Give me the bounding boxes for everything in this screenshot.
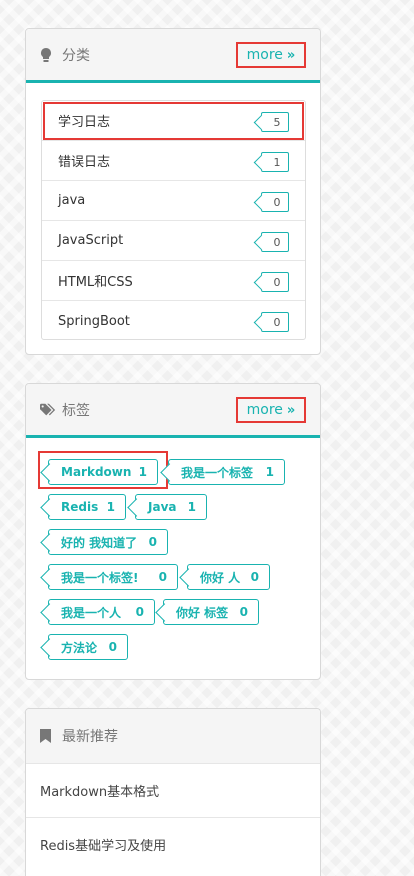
tags-more-label: more	[246, 402, 283, 418]
double-chevron-right-icon: »	[286, 402, 296, 418]
category-label: java	[58, 193, 86, 208]
tag-count: 0	[250, 570, 259, 584]
category-label: 错误日志	[58, 155, 111, 170]
tag-count: 1	[265, 465, 274, 479]
category-label: HTML和CSS	[58, 275, 133, 290]
category-count: 0	[261, 312, 289, 332]
double-chevron-right-icon: »	[286, 47, 296, 63]
category-label: JavaScript	[58, 233, 124, 248]
tag-hello-person[interactable]: 你好 人 0	[187, 564, 270, 590]
tag-label: 好的 我知道了	[61, 535, 138, 550]
category-count: 5	[261, 112, 289, 132]
tag-hello-tag[interactable]: 你好 标签 0	[163, 599, 259, 625]
categories-panel: 分类 more » 学习日志 5 错误日志 1 java 0 JavaScrip…	[25, 28, 321, 355]
categories-title: 分类	[62, 47, 90, 64]
tag-i-am-a-tag-exclaim[interactable]: 我是一个标签! 0	[48, 564, 178, 590]
tag-label: 我是一个人	[61, 605, 122, 620]
bookmark-icon	[40, 728, 56, 744]
tag-redis[interactable]: Redis 1	[48, 494, 126, 520]
tag-count: 1	[138, 465, 147, 479]
category-label: 学习日志	[58, 115, 111, 130]
tags-more-link[interactable]: more »	[236, 397, 306, 423]
tag-label: Markdown	[61, 465, 132, 479]
tag-label: 你好 人	[200, 570, 241, 585]
tag-ok-got-it[interactable]: 好的 我知道了 0	[48, 529, 168, 555]
category-count: 0	[261, 232, 289, 252]
tag-count: 0	[239, 605, 248, 619]
recommend-label: Markdown基本格式	[40, 785, 160, 800]
tags-header: 标签 more »	[26, 384, 320, 438]
tag-count: 0	[148, 535, 157, 549]
categories-header: 分类 more »	[26, 29, 320, 83]
tag-count: 0	[135, 605, 144, 619]
category-item-study-log[interactable]: 学习日志 5	[42, 101, 305, 141]
tag-count: 0	[158, 570, 167, 584]
tag-i-am-a-tag[interactable]: 我是一个标签 1	[168, 459, 285, 485]
tag-count: 0	[108, 640, 117, 654]
category-item-javascript[interactable]: JavaScript 0	[42, 221, 305, 261]
tag-i-am-a-person[interactable]: 我是一个人 0	[48, 599, 155, 625]
recommend-label: Redis基础学习及使用	[40, 839, 167, 854]
tag-label: 你好 标签	[176, 605, 229, 620]
category-count: 0	[261, 192, 289, 212]
tags-icon	[40, 402, 56, 418]
category-count: 0	[261, 272, 289, 292]
tag-count: 1	[187, 500, 196, 514]
categories-more-link[interactable]: more »	[236, 42, 306, 68]
category-item-html-css[interactable]: HTML和CSS 0	[42, 261, 305, 301]
tag-java[interactable]: Java 1	[135, 494, 207, 520]
tag-label: 我是一个标签	[181, 465, 254, 480]
tag-markdown[interactable]: Markdown 1	[48, 459, 158, 485]
recommend-header: 最新推荐	[26, 709, 320, 763]
category-item-springboot[interactable]: SpringBoot 0	[42, 301, 305, 341]
recommend-title: 最新推荐	[62, 729, 118, 745]
recommend-panel: 最新推荐 Markdown基本格式 Redis基础学习及使用	[25, 708, 321, 876]
category-item-java[interactable]: java 0	[42, 181, 305, 221]
tag-methodology[interactable]: 方法论 0	[48, 634, 128, 660]
tag-label: Java	[148, 500, 177, 514]
tag-label: 方法论	[61, 640, 98, 655]
tags-title: 标签	[62, 402, 90, 419]
categories-more-label: more	[246, 47, 283, 63]
category-list: 学习日志 5 错误日志 1 java 0 JavaScript 0 HTML和C…	[41, 100, 306, 340]
recommend-item-redis[interactable]: Redis基础学习及使用	[26, 817, 320, 871]
tag-label: Redis	[61, 500, 99, 514]
tag-count: 1	[106, 500, 115, 514]
category-label: SpringBoot	[58, 313, 130, 329]
category-count: 1	[261, 152, 289, 172]
category-item-error-log[interactable]: 错误日志 1	[42, 141, 305, 181]
recommend-item-markdown[interactable]: Markdown基本格式	[26, 763, 320, 817]
tag-label: 我是一个标签!	[61, 570, 139, 585]
lightbulb-icon	[40, 47, 56, 63]
